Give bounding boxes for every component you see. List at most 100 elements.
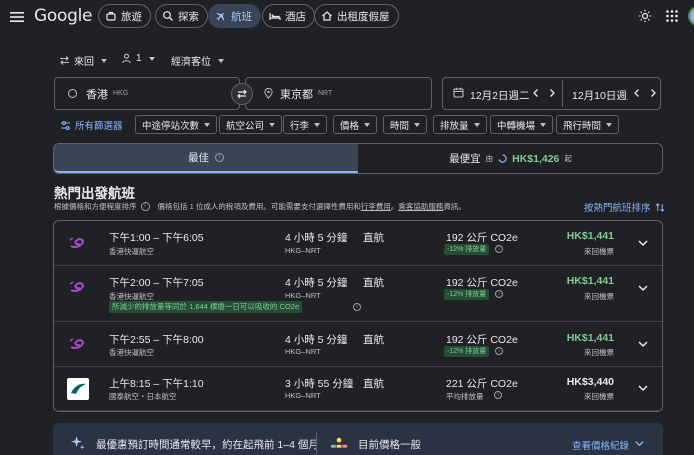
- info-icon[interactable]: i: [495, 245, 503, 253]
- filter-price[interactable]: 價格: [333, 115, 378, 134]
- nav-vacation-rentals[interactable]: 出租度假屋: [314, 4, 399, 28]
- bag-fees-link[interactable]: 行李費用: [361, 201, 391, 212]
- theme-sun-icon[interactable]: [638, 9, 652, 23]
- filter-emissions[interactable]: 排放量: [433, 115, 487, 134]
- avatar[interactable]: [688, 6, 694, 26]
- expand-chevron-icon[interactable]: [637, 382, 649, 394]
- info-icon[interactable]: i: [353, 303, 361, 311]
- round-trip-icon: [59, 55, 70, 66]
- top-bar: Google 旅遊 探索 航班 酒店 出租度假屋: [0, 0, 694, 34]
- trip-type-select[interactable]: 來回: [59, 53, 107, 68]
- return-prev-icon[interactable]: [632, 88, 642, 98]
- flight-emissions: 192 公斤 CO2e: [446, 277, 518, 289]
- flight-airline: 香港快運航空: [109, 247, 154, 256]
- flight-stops: 直航: [363, 232, 384, 244]
- banner-divider: [316, 432, 317, 454]
- subtitle-end: 資訊。: [443, 202, 466, 211]
- view-price-history-link[interactable]: 查看價格紀錄: [572, 438, 629, 452]
- filter-airlines[interactable]: 航空公司: [219, 115, 283, 134]
- price-level-text: 目前價格一般: [358, 439, 421, 451]
- filter-times[interactable]: 時間: [383, 115, 428, 134]
- nav-hotels[interactable]: 酒店: [262, 4, 315, 28]
- tab-cheapest-label: 最便宜: [449, 153, 481, 165]
- nav-flights[interactable]: 航班: [208, 4, 261, 28]
- info-icon[interactable]: i: [215, 153, 224, 162]
- filter-duration[interactable]: 飛行時間: [556, 115, 620, 134]
- flight-row[interactable]: 上午8:15 – 下午1:10 國泰航空・日本航空 3 小時 55 分鐘 HKG…: [54, 367, 662, 411]
- swap-button[interactable]: [231, 83, 253, 105]
- flight-row[interactable]: 下午2:00 – 下午7:05 香港快運航空 所減少的排放量等同於 1,644 …: [54, 266, 662, 322]
- info-icon[interactable]: i: [495, 290, 503, 298]
- all-filters-button[interactable]: 所有篩選器: [60, 118, 123, 132]
- filter-bags[interactable]: 行李: [283, 115, 328, 134]
- depart-prev-icon[interactable]: [531, 88, 541, 98]
- chevron-down-icon[interactable]: [634, 438, 645, 449]
- depart-next-icon[interactable]: [547, 88, 557, 98]
- chevron-down-icon: [218, 58, 224, 63]
- filter-stops[interactable]: 中途停站次數: [135, 115, 218, 134]
- hk-express-logo-icon: [68, 234, 86, 252]
- swap-icon: [236, 88, 248, 100]
- apps-grid-icon[interactable]: [665, 9, 679, 23]
- sort-button[interactable]: 按熱門航班排序: [584, 200, 665, 214]
- emissions-average: 平均排放量: [446, 392, 484, 401]
- flight-duration: 4 小時 5 分鐘: [285, 277, 348, 289]
- flight-price-type: 來回機票: [584, 348, 614, 357]
- depart-date[interactable]: 12月2日週二: [470, 88, 530, 103]
- filter-connecting-airports[interactable]: 中轉機場: [490, 115, 554, 134]
- origin-city: 香港: [86, 88, 108, 101]
- tab-best[interactable]: 最佳 i: [54, 144, 358, 173]
- return-date[interactable]: 12月10日週三: [572, 88, 628, 103]
- info-icon[interactable]: i: [495, 347, 503, 355]
- nav-travel[interactable]: 旅遊: [98, 4, 151, 28]
- nav-hotels-label: 酒店: [285, 10, 306, 23]
- booking-tip: 最優惠預訂時間通常較早，約在起飛前 1–4 個月: [96, 439, 319, 451]
- google-logo[interactable]: Google: [34, 6, 92, 26]
- expand-chevron-icon[interactable]: [637, 282, 649, 294]
- origin-field[interactable]: 香港 HKG: [54, 77, 240, 110]
- destination-field[interactable]: 東京都 NRT: [245, 77, 432, 110]
- all-filters-label: 所有篩選器: [75, 121, 123, 132]
- destination-code: NRT: [318, 90, 333, 97]
- hk-express-logo-icon: [68, 278, 86, 296]
- main-menu-icon[interactable]: [8, 8, 26, 26]
- nav-vacation-rentals-label: 出租度假屋: [337, 10, 390, 23]
- vacation-rental-icon: [321, 10, 333, 22]
- filter-label: 行李: [290, 120, 310, 132]
- flight-row[interactable]: 下午2:55 – 下午8:00 香港快運航空 4 小時 5 分鐘 HKG–NRT…: [54, 322, 662, 367]
- flight-airline: 國泰航空・日本航空: [109, 392, 177, 401]
- assistance-link[interactable]: 乘客協助服務: [398, 201, 443, 212]
- filter-label: 航空公司: [226, 120, 265, 132]
- flight-stops: 直航: [363, 378, 384, 390]
- info-icon[interactable]: i: [140, 202, 150, 211]
- person-icon: [121, 53, 132, 64]
- passengers-value: 1: [136, 53, 142, 64]
- flight-row[interactable]: 下午1:00 – 下午6:05 香港快運航空 4 小時 5 分鐘 HKG–NRT…: [54, 221, 662, 266]
- destination-city: 東京都: [280, 88, 313, 101]
- flight-icon: [215, 10, 227, 22]
- chevron-down-icon: [364, 122, 371, 127]
- cabin-class-select[interactable]: 經濟客位: [171, 53, 224, 68]
- section-title: 熱門出發航班: [54, 186, 135, 201]
- flight-route: HKG–NRT: [285, 246, 321, 255]
- info-icon[interactable]: i: [494, 391, 502, 399]
- travel-icon: [105, 10, 117, 22]
- emissions-badge: -12% 排放量: [444, 289, 490, 300]
- filter-label: 中途停站次數: [142, 120, 200, 132]
- expand-chevron-icon[interactable]: [637, 338, 649, 350]
- flight-price-type: 來回機票: [584, 292, 614, 301]
- flight-price: HK$1,441: [566, 275, 614, 287]
- expand-chevron-icon[interactable]: [637, 237, 649, 249]
- passengers-select[interactable]: 1: [121, 53, 155, 64]
- emissions-savings-note: 所減少的排放量等同於 1,644 棵樹一日可以吸收的 CO2e: [109, 301, 303, 313]
- nav-explore-label: 探索: [178, 10, 199, 23]
- sort-arrows-icon: [655, 202, 665, 213]
- tab-cheapest[interactable]: 最便宜 由 HK$1,426 起: [359, 144, 662, 173]
- return-next-icon[interactable]: [648, 88, 658, 98]
- chevron-down-icon: [606, 122, 613, 127]
- subtitle-sort-text: 根據價格和方便程度排序: [54, 202, 137, 211]
- flight-price: HK$1,441: [566, 230, 614, 242]
- nav-flights-label: 航班: [231, 10, 252, 23]
- origin-circle-icon: [68, 89, 77, 98]
- nav-explore[interactable]: 探索: [155, 4, 208, 28]
